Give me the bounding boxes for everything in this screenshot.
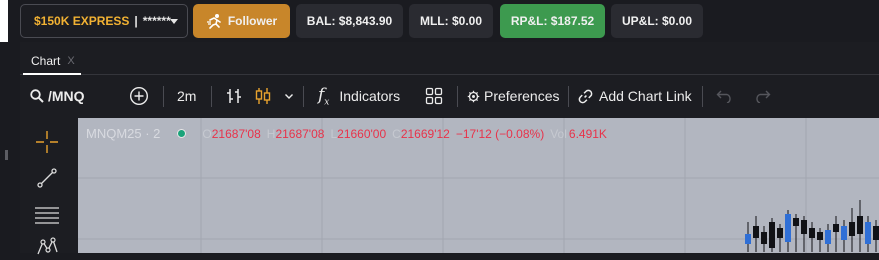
candle-body [833,224,839,232]
indicators-label: Indicators [339,88,401,104]
symbol-label: /MNQ [48,88,85,104]
candles-style-button[interactable] [254,76,272,116]
candle-body [801,220,807,234]
gear-icon [467,90,480,102]
bars-icon [227,89,241,103]
open-label: O [202,126,212,141]
add-chart-link-button[interactable]: Add Chart Link [578,76,692,116]
candle-body [873,226,879,240]
fx-icon: fx [318,85,329,107]
search-icon [30,89,44,103]
drawing-toolbar [20,118,76,255]
top-bar: $150K EXPRESS | ****** Follower BAL: $8,… [0,0,879,42]
candles-icon [255,88,271,104]
candle-body [769,222,775,248]
toolbar-divider [457,86,458,107]
bars-style-button[interactable] [225,76,243,116]
redo-button[interactable] [753,76,771,116]
pattern-icon [37,237,58,255]
close-label: C [392,126,401,141]
legend-symbol: MNQM25 · 2 [86,126,161,141]
close-icon[interactable]: X [67,55,74,67]
change-value: −17'12 (−0.08%) [455,126,545,141]
pattern-tool[interactable] [33,232,61,260]
sidebar-handle[interactable] [5,150,8,160]
volume-label: Vol [550,126,567,141]
chart-panel: Chart X /MNQ 2m fx Indicators Preference… [20,42,879,255]
candle-body [809,228,815,238]
high-label: H [266,126,276,141]
realized-pnl-badge: RP&L: $187.52 [500,4,605,38]
chevron-down-icon [170,19,178,24]
account-name: $150K EXPRESS [34,14,130,28]
undo-button[interactable] [716,76,734,116]
market-status-dot [177,129,187,138]
app-edge [0,0,8,42]
candle-body [761,232,767,244]
compare-button[interactable] [129,76,149,116]
high-value: 21687'08 [275,126,325,141]
account-selector[interactable]: $150K EXPRESS | ****** [20,4,188,38]
crosshair-tool[interactable] [33,128,61,156]
follower-button[interactable]: Follower [193,4,290,38]
open-value: 21687'08 [211,126,261,141]
indicators-button[interactable]: fx Indicators [318,76,400,116]
trendline-tool[interactable] [33,164,61,192]
preferences-button[interactable]: Preferences [467,76,559,116]
chevron-down-icon [285,94,293,99]
candle-body [857,216,863,234]
toolbar-divider [568,86,569,107]
layout-button[interactable] [425,76,443,116]
toolbar-divider [702,86,703,107]
candle-body [777,228,783,238]
chart-toolbar: /MNQ 2m fx Indicators Preferences Add Ch… [20,76,879,118]
chart-area[interactable]: MNQM25 · 2 O 21687'08 H 21687'08 L 21660… [78,118,879,253]
tab-chart[interactable]: Chart X [23,48,81,75]
preferences-label: Preferences [484,88,560,104]
candles [745,200,879,252]
candle-body [745,234,751,244]
low-label: L [330,126,338,141]
candle-body [785,214,791,242]
account-separator: | [134,14,138,28]
link-icon [578,89,593,103]
tab-chart-label: Chart [31,53,61,68]
candle-body [849,222,855,236]
horizontal-lines-icon [35,207,59,224]
undo-icon [716,90,731,103]
low-value: 21660'00 [337,126,387,141]
symbol-search[interactable]: /MNQ [30,76,85,116]
unrealized-pnl-badge: UP&L: $0.00 [611,4,703,38]
horizontal-lines-tool[interactable] [33,200,61,228]
mll-badge: MLL: $0.00 [409,4,493,38]
balance-badge: BAL: $8,843.90 [296,4,403,38]
chart-type-dropdown[interactable] [283,76,295,116]
left-sidebar [0,42,20,253]
user-run-icon [206,14,221,29]
add-chart-link-label: Add Chart Link [599,88,692,104]
candle-body [825,230,831,244]
crosshair-icon [36,131,58,153]
toolbar-divider [211,86,212,107]
candle-body [817,232,823,240]
volume-value: 6.491K [568,126,607,141]
toolbar-divider [163,86,164,107]
fx-sub-label: x [324,97,330,108]
toolbar-divider [303,86,304,107]
candle-body [865,222,871,244]
grid-icon [425,87,443,105]
candle-body [753,226,759,238]
tab-bar: Chart X [20,42,879,75]
candle-body [793,218,799,226]
plus-circle-icon [129,86,149,106]
follower-label: Follower [227,14,278,28]
close-value: 21669'12 [400,126,450,141]
candle-body [841,226,847,240]
redo-icon [756,90,771,103]
trendline-icon [37,168,57,188]
interval-button[interactable]: 2m [177,76,196,116]
ohlc-legend: MNQM25 · 2 O 21687'08 H 21687'08 L 21660… [86,126,613,141]
account-id-mask: ****** [142,14,171,28]
